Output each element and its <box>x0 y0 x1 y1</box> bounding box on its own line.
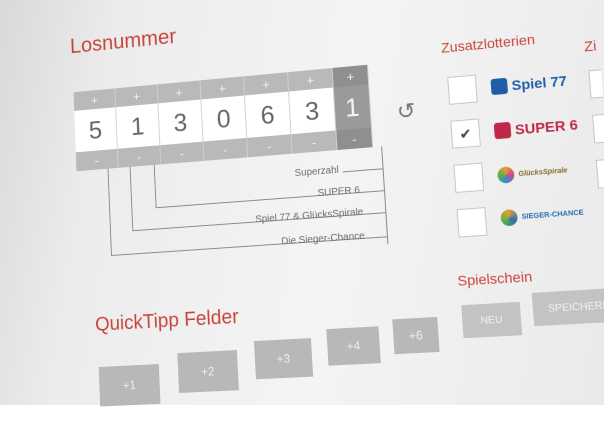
quicktipp-button-1[interactable]: +1 <box>98 364 161 407</box>
minus-button-5[interactable]: - <box>247 134 293 158</box>
bracket-drop-super6 <box>153 164 157 208</box>
label-superzahl: Superzahl <box>294 164 340 180</box>
sieger-chance-logo: SIEGER-CHANCE <box>500 204 584 227</box>
superzahl-digit: 1 <box>333 84 372 131</box>
label-spiel77-gluecksspirale: Spiel 77 & GlücksSpirale <box>255 206 364 226</box>
quicktipp-button-4[interactable]: +4 <box>326 326 381 366</box>
checkbox-super6[interactable]: ✔ <box>450 118 481 149</box>
bracket-line-superzahl <box>342 168 383 173</box>
quicktipp-button-3[interactable]: +3 <box>253 338 314 380</box>
super6-logo: SUPER 6 <box>493 116 578 140</box>
cut-off-checkbox-3[interactable] <box>595 158 604 189</box>
spiel77-logo: Spiel 77 <box>490 72 567 96</box>
reset-icon[interactable]: ↺ <box>396 98 420 124</box>
speichern-button[interactable]: SPEICHERN <box>531 287 604 327</box>
checkmark-icon: ✔ <box>458 124 473 142</box>
neu-button[interactable]: NEU <box>461 301 523 339</box>
minus-button-6[interactable]: - <box>291 130 338 154</box>
checkbox-gluecksspirale[interactable] <box>453 162 485 193</box>
digit-2: 1 <box>116 103 161 149</box>
minus-button-3[interactable]: - <box>160 141 205 165</box>
minus-button-4[interactable]: - <box>203 137 249 161</box>
digit-4: 0 <box>201 95 248 142</box>
screen-background: Losnummer + + + + + + + 5 1 3 0 6 3 1 - … <box>0 0 604 407</box>
lotto-form: Losnummer + + + + + + + 5 1 3 0 6 3 1 - … <box>13 0 604 421</box>
gluecksspirale-swirl-icon <box>497 166 515 184</box>
digit-5: 6 <box>244 91 292 138</box>
quicktipp-button-2[interactable]: +2 <box>177 350 239 393</box>
spiel77-mark-icon <box>490 77 509 96</box>
cut-off-title: Zi <box>583 37 598 55</box>
digit-1: 5 <box>74 107 118 153</box>
digit-3: 3 <box>158 99 204 146</box>
bracket-drop-spiel77 <box>129 166 134 231</box>
spielschein-title: Spielschein <box>456 267 533 289</box>
digit-6: 3 <box>289 87 337 135</box>
minus-button-superzahl[interactable]: - <box>336 127 374 151</box>
label-super6: SUPER 6 <box>317 185 361 200</box>
super6-mark-icon <box>493 121 512 140</box>
quicktipp-button-6[interactable]: +6 <box>392 316 440 355</box>
bracket-drop-sieger <box>107 168 112 256</box>
losnummer-grid: + + + + + + + 5 1 3 0 6 3 1 - - - - - - … <box>73 64 374 172</box>
label-sieger-chance: Die Sieger-Chance <box>281 230 366 248</box>
sieger-chance-swirl-icon <box>500 208 519 227</box>
cut-off-checkbox-2[interactable] <box>591 113 604 144</box>
minus-button-1[interactable]: - <box>75 148 119 172</box>
zusatzlotterien-title: Zusatzlotterien <box>440 31 536 56</box>
quicktipp-title: QuickTipp Felder <box>94 305 240 336</box>
gluecksspirale-logo: GlücksSpirale <box>497 162 568 184</box>
cut-off-checkbox-1[interactable] <box>588 69 604 99</box>
checkbox-spiel77[interactable] <box>447 74 478 105</box>
checkbox-sieger-chance[interactable] <box>456 207 488 238</box>
bracket-right-line <box>381 146 389 245</box>
losnummer-title: Losnummer <box>69 23 177 58</box>
